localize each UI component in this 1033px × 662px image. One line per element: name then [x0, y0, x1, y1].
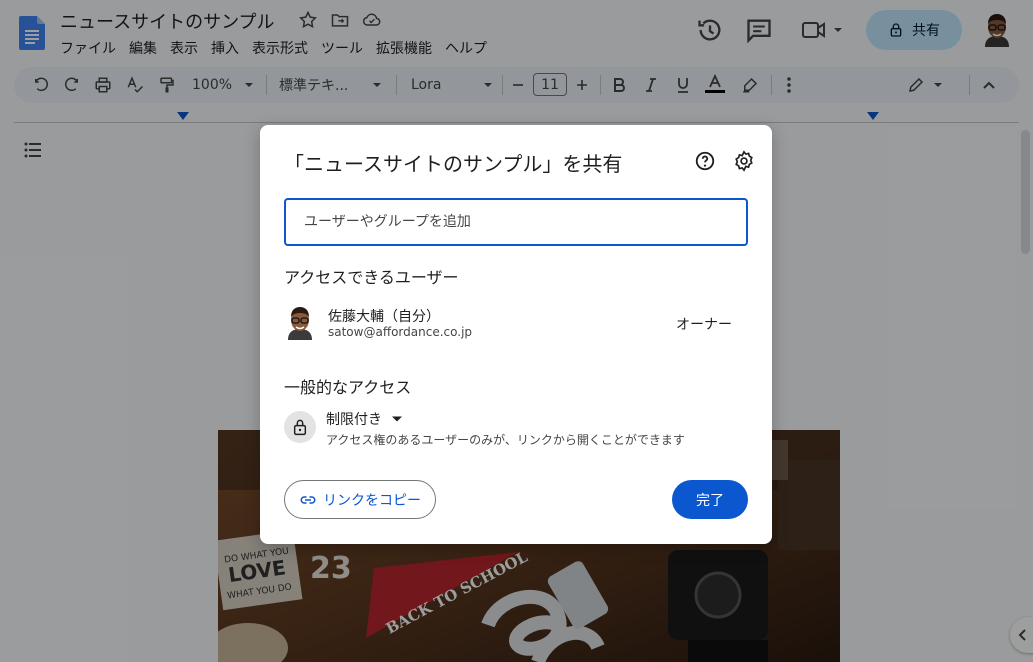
general-access-select[interactable]: 制限付き: [326, 409, 402, 429]
lock-icon: [293, 419, 307, 436]
access-level-value: 制限付き: [326, 412, 382, 428]
copy-link-label: リンクをコピー: [323, 492, 421, 509]
access-description: アクセス権のあるユーザーのみが、リンクから開くことができます: [326, 433, 685, 447]
people-with-access-heading: アクセスできるユーザー: [284, 268, 459, 287]
general-access-heading: 一般的なアクセス: [284, 378, 412, 397]
user-email: satow@affordance.co.jp: [328, 325, 473, 339]
user-name: 佐藤大輔（自分）: [328, 309, 440, 325]
share-dialog: 「ニュースサイトのサンプル」を共有 アクセスできるユーザー 佐藤大輔（自分） s…: [260, 125, 772, 544]
user-role: オーナー: [676, 317, 732, 333]
copy-link-button[interactable]: リンクをコピー: [284, 480, 436, 519]
avatar: [288, 307, 312, 340]
share-dialog-title: 「ニュースサイトのサンプル」を共有: [284, 152, 623, 176]
link-icon: [300, 495, 316, 504]
help-icon[interactable]: [694, 150, 716, 172]
done-button[interactable]: 完了: [672, 480, 748, 519]
gear-icon[interactable]: [733, 150, 755, 172]
add-people-input[interactable]: [284, 198, 748, 246]
lock-badge: [284, 411, 316, 443]
dropdown-arrow-icon: [392, 416, 402, 422]
